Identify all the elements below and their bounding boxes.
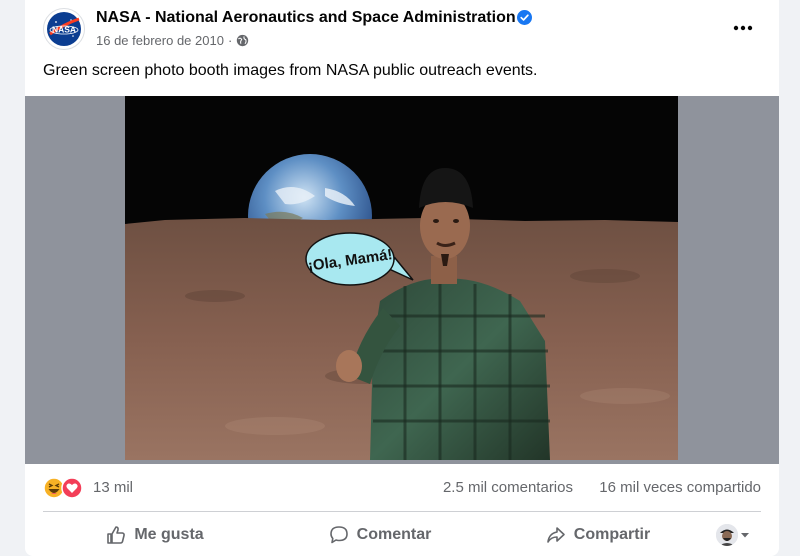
- comment-button[interactable]: Comentar: [310, 517, 450, 553]
- viewer-avatar: [716, 524, 738, 546]
- comments-count-link[interactable]: 2.5 mil comentarios: [443, 479, 573, 496]
- love-icon: [61, 477, 83, 499]
- post-caption: Green screen photo booth images from NAS…: [43, 62, 538, 79]
- like-label: Me gusta: [134, 526, 204, 543]
- person-hand-shape: [336, 350, 362, 382]
- page-avatar[interactable]: NASA: [43, 8, 85, 50]
- share-button[interactable]: Compartir: [533, 517, 663, 553]
- like-button[interactable]: Me gusta: [95, 517, 215, 553]
- post-image[interactable]: ¡Ola, Mamá!: [25, 96, 779, 464]
- share-icon: [546, 527, 565, 543]
- more-options-button[interactable]: [727, 14, 759, 42]
- post-stats: 13 mil 2.5 mil comentarios 16 mil veces …: [25, 470, 779, 506]
- post-actions: Me gusta Comentar Compartir: [25, 516, 779, 554]
- page-name-link[interactable]: NASA - National Aeronautics and Space Ad…: [96, 9, 516, 27]
- moon-photo-image: ¡Ola, Mamá!: [125, 96, 678, 464]
- comment-icon: [329, 526, 348, 544]
- thumbs-up-icon: [107, 526, 126, 544]
- actions-divider: [43, 511, 761, 512]
- meta-separator: ·: [227, 33, 233, 48]
- react-as-selector[interactable]: [713, 517, 753, 553]
- nasa-logo-text: NASA: [52, 25, 76, 35]
- comment-label: Comentar: [356, 526, 432, 543]
- post-card: NASA NASA - National Aeronautics and Spa…: [25, 0, 779, 556]
- post-header: NASA NASA - National Aeronautics and Spa…: [25, 0, 779, 58]
- reactions-count[interactable]: 13 mil: [93, 479, 133, 496]
- nasa-logo-icon: NASA: [47, 12, 81, 46]
- caret-down-icon: [741, 533, 749, 538]
- user-photo-icon: [716, 524, 738, 546]
- shares-count-link[interactable]: 16 mil veces compartido: [599, 479, 761, 496]
- share-label: Compartir: [573, 526, 651, 543]
- post-meta: 16 de febrero de 2010 ·: [96, 33, 249, 48]
- reaction-icons[interactable]: [43, 477, 83, 499]
- globe-icon: [237, 34, 249, 47]
- verified-badge-icon: [517, 10, 532, 25]
- post-date-link[interactable]: 16 de febrero de 2010: [96, 33, 224, 48]
- ellipsis-icon: [733, 25, 753, 31]
- person-shirt-shape: [370, 278, 550, 460]
